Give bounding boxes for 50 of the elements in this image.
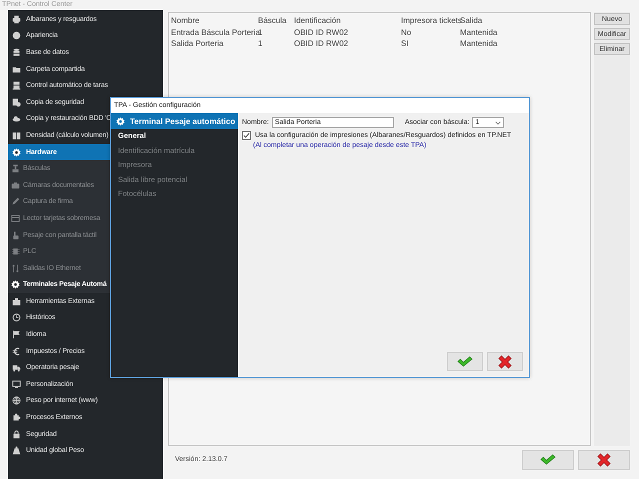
- column-header: Impresora tickets: [401, 16, 460, 26]
- scale-icon: [11, 164, 20, 174]
- ok-button[interactable]: [447, 352, 483, 371]
- monitor-icon: [12, 380, 21, 389]
- gear-icon: [11, 280, 20, 290]
- toolbox-icon: [12, 296, 21, 306]
- truck-icon: [12, 363, 21, 372]
- folder-icon: [12, 64, 21, 74]
- caret-icon: [495, 120, 502, 124]
- cloud-icon: [12, 114, 21, 124]
- euro-icon: [12, 346, 21, 356]
- table-cell: Entrada Báscula Porteria: [171, 28, 258, 37]
- arrows-icon: [11, 264, 20, 273]
- clock-icon: [12, 313, 21, 322]
- weight-icon: [12, 446, 21, 456]
- cancel-button[interactable]: [487, 352, 523, 371]
- table-cell-text: 1: [258, 39, 264, 48]
- ok-button[interactable]: [522, 450, 574, 470]
- globe-icon: [12, 396, 21, 406]
- table-cell-text: Salida Porteria: [171, 39, 224, 48]
- table-cell-text: 1: [258, 28, 264, 37]
- hand-icon: [11, 230, 20, 240]
- server-icon: [12, 81, 21, 90]
- table-cell-text: Mantenida: [460, 28, 498, 37]
- checkmark-icon: [540, 454, 556, 465]
- checkmark-icon: [457, 356, 473, 367]
- close-icon: [597, 452, 611, 466]
- table-cell-text: OBID ID RW02: [294, 28, 350, 37]
- gear-icon: [116, 116, 125, 126]
- column-header: Identificación: [294, 16, 342, 26]
- card-icon: [11, 214, 20, 223]
- table-cell-text: No: [401, 28, 412, 37]
- table-cell-text: Mantenida: [460, 39, 498, 48]
- column-header: Nombre: [171, 16, 200, 26]
- gear-icon: [12, 148, 21, 157]
- checkbox[interactable]: [242, 131, 251, 140]
- column-header: Báscula: [258, 16, 288, 26]
- table-cell-text: SI: [401, 39, 410, 48]
- column-header: Salida: [460, 16, 484, 26]
- puzzle-icon: [12, 413, 21, 422]
- chip-icon: [11, 247, 20, 256]
- camera-icon: [11, 180, 20, 190]
- flag-icon: [12, 330, 21, 340]
- database-icon: [12, 48, 21, 57]
- table-cell-text: OBID ID RW02: [294, 39, 350, 48]
- lock-icon: [12, 430, 21, 439]
- close-icon: [498, 354, 512, 368]
- nav-header-title: Terminal Pesaje automático: [130, 116, 236, 126]
- pen-icon: [11, 197, 20, 206]
- cancel-button[interactable]: [578, 450, 630, 470]
